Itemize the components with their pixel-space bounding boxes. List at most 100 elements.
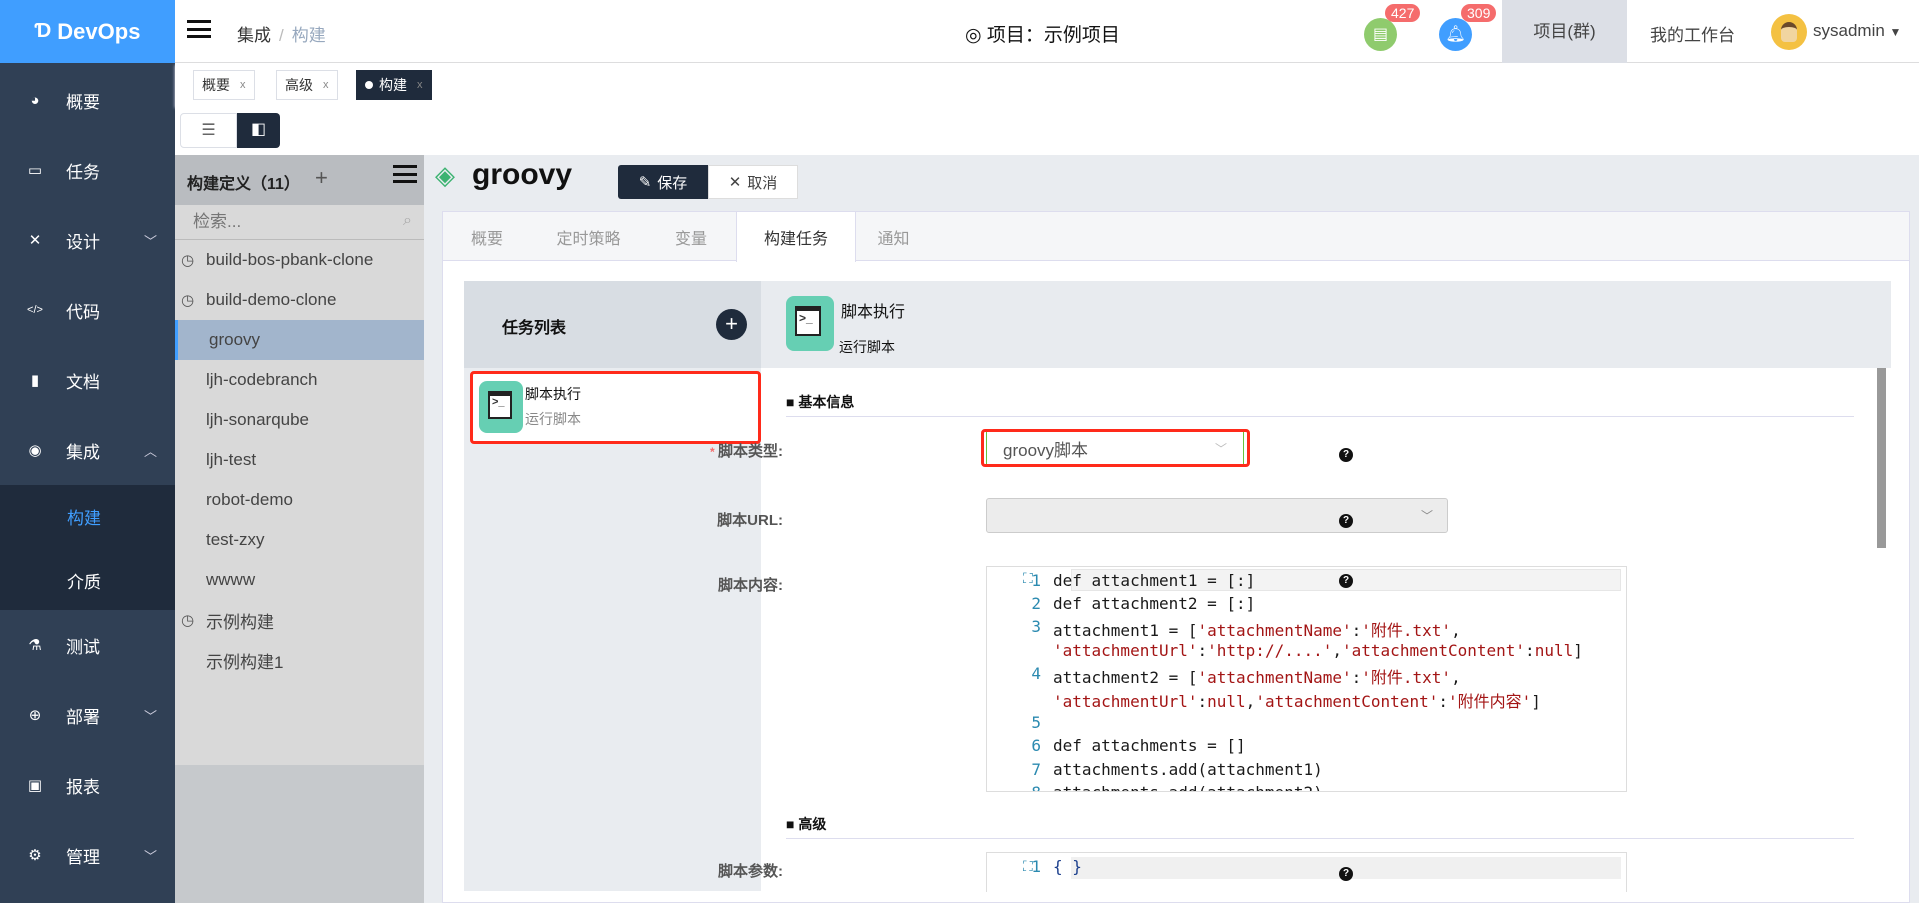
form-scrollbar[interactable]	[1877, 368, 1886, 548]
help-icon[interactable]: ?	[1339, 867, 1353, 881]
script-url-label: 脚本URL:	[717, 512, 783, 529]
submenu-item-build[interactable]: 构建	[67, 504, 101, 529]
help-icon[interactable]: ?	[1339, 574, 1353, 588]
sidebar-item-1[interactable]: ▭ 任务	[0, 140, 175, 200]
tag-overview[interactable]: 概要 x	[193, 70, 255, 100]
gear-icon: ⚙	[28, 847, 42, 864]
terminal-icon: >_	[479, 381, 523, 433]
tags-view-bar: 概要 x 高级 x 构建 x	[175, 63, 1919, 106]
code-line: attachment2 = ['attachmentName':'附件.txt'…	[1053, 668, 1461, 687]
script-params-editor[interactable]: ⛶ 1 { }	[986, 852, 1627, 892]
divider	[786, 838, 1854, 839]
script-url-select[interactable]: ﹀	[986, 498, 1448, 533]
definition-item[interactable]: test-zxy	[175, 520, 424, 560]
breadcrumb-integration[interactable]: 集成	[237, 26, 271, 45]
script-content-label: 脚本内容:	[718, 577, 783, 594]
code-icon: </>	[27, 304, 43, 316]
crosshair-icon: ⊕	[28, 707, 42, 724]
code-line: attachments.add(attachment1)	[1053, 760, 1323, 779]
panel-menu-icon[interactable]	[393, 165, 417, 183]
line-number: 1	[1031, 571, 1041, 590]
top-header: 集成 / 构建 ◎ 项目：示例项目 ▤ 427 🔔︎ 309 项目(群) 我的工作台…	[175, 0, 1919, 63]
definition-item[interactable]: ◷ 示例构建	[175, 600, 424, 640]
definition-item[interactable]: ljh-test	[175, 440, 424, 480]
project-group-button[interactable]: 项目(群)	[1502, 0, 1627, 63]
tab-build-tasks[interactable]: 构建任务	[736, 212, 856, 262]
search-input[interactable]	[175, 205, 375, 239]
logo[interactable]: Ɗ DevOps	[0, 0, 175, 63]
tag-advanced[interactable]: 高级 x	[276, 70, 338, 100]
sidebar-item-5[interactable]: ◉ 集成 ︿	[0, 420, 175, 480]
save-button[interactable]: ✎ 保存	[618, 165, 708, 199]
user-menu[interactable]: sysadmin ▼	[1813, 21, 1901, 41]
code-line: attachments.add(attachment2)	[1053, 783, 1323, 791]
add-task-button[interactable]: +	[716, 309, 747, 340]
docs-count-badge: 427	[1385, 4, 1421, 22]
workbench-button[interactable]: 我的工作台	[1650, 21, 1735, 46]
definition-item[interactable]: ljh-codebranch	[175, 360, 424, 400]
definition-card: 概要 定时策略 变量 构建任务 通知 任务列表 + >_ 脚本执行 运行脚本 >…	[442, 211, 1910, 903]
cancel-button[interactable]: ✕ 取消	[708, 165, 798, 199]
tab-bar: 概要 定时策略 变量 构建任务 通知	[443, 212, 1909, 262]
clock-icon: ◷	[181, 252, 195, 269]
notify-count-badge: 309	[1461, 4, 1497, 22]
script-content-editor[interactable]: ⛶ 1 def attachment1 = [:] 2 def attachment2…	[986, 566, 1627, 792]
definition-item[interactable]: wwww	[175, 560, 424, 600]
build-definition-panel: 构建定义（11） + ⌕ ◷build-bos-pbank-clone◷buil…	[175, 155, 424, 903]
close-icon[interactable]: x	[240, 79, 246, 91]
sidebar-item-0[interactable]: ◕ 概要	[0, 70, 175, 130]
close-icon[interactable]: x	[323, 79, 329, 91]
chevron-icon: ﹀	[143, 848, 157, 864]
definition-item[interactable]: ljh-sonarqube	[175, 400, 424, 440]
tab-variables[interactable]: 变量	[646, 212, 736, 261]
section-advanced: ■ 高级	[786, 816, 827, 832]
task-list-header: 任务列表 +	[464, 281, 761, 368]
add-definition-button[interactable]: +	[315, 165, 328, 191]
script-type-select[interactable]: groovy脚本 ﹀	[986, 432, 1244, 464]
sidebar-item-9[interactable]: ⚙ 管理 ﹀	[0, 825, 175, 885]
sidebar-item-2[interactable]: ✕ 设计 ﹀	[0, 210, 175, 270]
definition-title: groovy	[472, 158, 573, 191]
tab-notify[interactable]: 通知	[856, 212, 931, 261]
search-icon[interactable]: ⌕	[403, 212, 412, 230]
panel-header: 构建定义（11） +	[175, 155, 424, 205]
help-icon[interactable]: ?	[1339, 448, 1353, 462]
line-number: 8	[1017, 783, 1041, 791]
line-number: 3	[1031, 617, 1041, 636]
chevron-down-icon: ﹀	[1214, 441, 1227, 456]
sidebar: Ɗ DevOps ◕ 概要 ▭ 任务 ✕ 设计 ﹀ </> 代码 ▮ 文档 ◉ 集成 ︿ ⚗ 测试 ⊕ 部署 ﹀ ▣ 报表…	[0, 0, 175, 903]
avatar[interactable]	[1771, 14, 1807, 50]
submenu-item-media[interactable]: 介质	[67, 568, 101, 593]
view-toolbar: ☰ ◧	[175, 106, 1919, 155]
clock-icon: ◷	[181, 612, 195, 629]
definition-item[interactable]: ◷ build-demo-clone	[175, 280, 424, 320]
tag-build[interactable]: 构建 x	[356, 70, 432, 100]
sidebar-item-8[interactable]: ▣ 报表	[0, 755, 175, 815]
tab-overview[interactable]: 概要	[443, 212, 531, 261]
layers-icon: ◈	[435, 160, 455, 190]
section-basic: ■ 基本信息	[786, 394, 855, 410]
sidebar-item-7[interactable]: ⊕ 部署 ﹀	[0, 685, 175, 745]
definition-item[interactable]: robot-demo	[175, 480, 424, 520]
sidebar-item-3[interactable]: </> 代码	[0, 280, 175, 340]
tab-schedule[interactable]: 定时策略	[531, 212, 646, 261]
close-icon[interactable]: x	[417, 79, 423, 91]
hamburger-menu-icon[interactable]	[187, 20, 211, 38]
help-icon[interactable]: ?	[1339, 514, 1353, 528]
current-project[interactable]: ◎ 项目：示例项目	[965, 20, 1120, 47]
board-view-button[interactable]: ◧	[237, 113, 280, 148]
sidebar-item-4[interactable]: ▮ 文档	[0, 350, 175, 410]
code-line: 'attachmentUrl':'http://....','attachmen…	[1053, 641, 1583, 660]
definition-item[interactable]: groovy	[175, 320, 424, 360]
list-view-button[interactable]: ☰	[180, 113, 237, 148]
bell-notification-button[interactable]: 🔔︎	[1439, 18, 1472, 51]
line-number: 4	[1031, 664, 1041, 683]
definition-item[interactable]: 示例构建1	[175, 640, 424, 680]
document-icon: ▤	[1372, 26, 1389, 43]
definition-item[interactable]: ◷ build-bos-pbank-clone	[175, 240, 424, 280]
eye-icon: ◎	[965, 25, 987, 46]
docs-notification-button[interactable]: ▤	[1364, 18, 1397, 51]
code-line: attachment1 = ['attachmentName':'附件.txt'…	[1053, 621, 1461, 640]
task-item[interactable]: >_ 脚本执行 运行脚本	[470, 371, 761, 444]
sidebar-item-6[interactable]: ⚗ 测试	[0, 615, 175, 675]
